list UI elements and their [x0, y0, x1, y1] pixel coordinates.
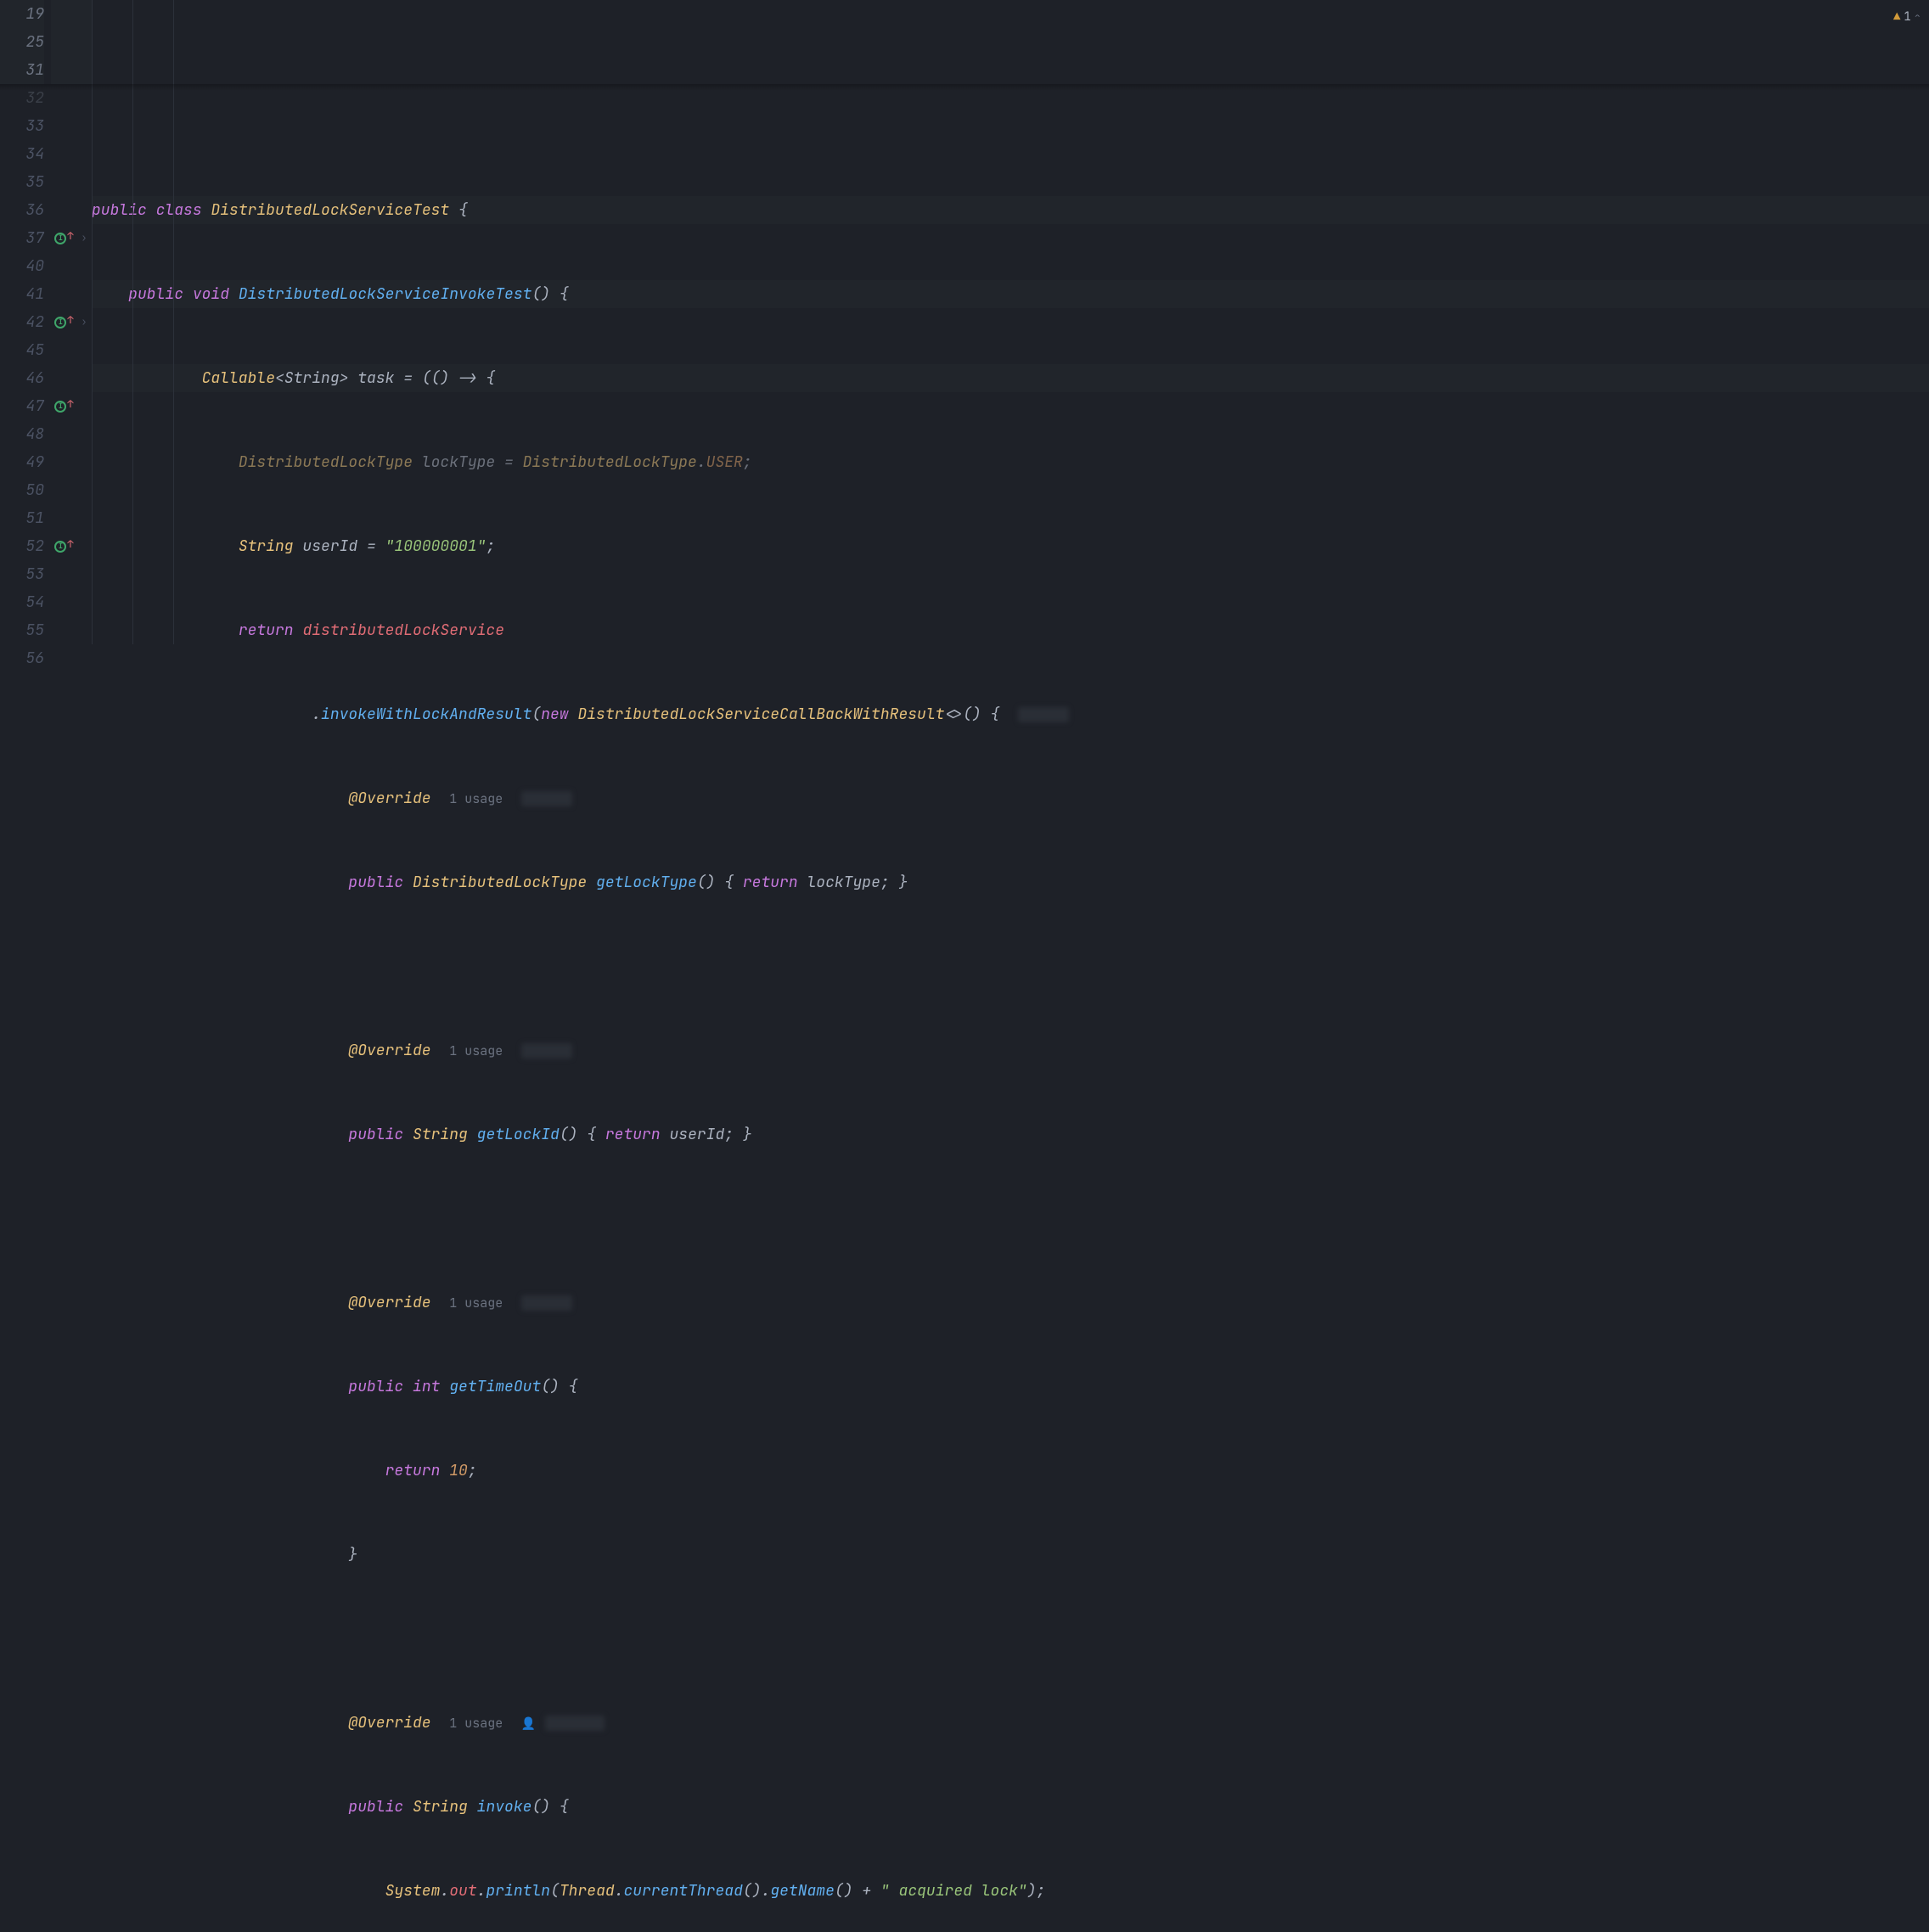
line-number: 51 — [0, 504, 44, 532]
line-number: 36 — [0, 196, 44, 224]
implements-icon[interactable] — [54, 233, 66, 244]
usage-hint[interactable]: 1 usage — [449, 1715, 503, 1732]
author-blur — [521, 1043, 572, 1059]
line-number: 35 — [0, 168, 44, 196]
author-blur — [521, 791, 572, 806]
line-number: 40 — [0, 252, 44, 280]
up-arrow-icon: ↑ — [67, 306, 73, 334]
author-blur — [545, 1716, 605, 1731]
line-number: 45 — [0, 336, 44, 364]
code-line: public void DistributedLockServiceInvoke… — [92, 280, 1929, 308]
line-number: 25 — [0, 28, 44, 56]
warning-icon: ▲ — [1893, 3, 1900, 31]
line-number: 46 — [0, 364, 44, 392]
line-number: 19 — [0, 0, 44, 28]
code-editor[interactable]: ▲ 1 ⌃ 19 25 31 32 33 34 35 36 37 40 41 4… — [0, 0, 1929, 644]
line-number: 34 — [0, 140, 44, 168]
code-line: public String invoke() { — [92, 1793, 1929, 1821]
code-line: } — [92, 1541, 1929, 1569]
up-arrow-icon: ↑ — [67, 222, 73, 250]
code-line: public int getTimeOut() { — [92, 1373, 1929, 1401]
code-line: Callable<String> task = (() -> { — [92, 364, 1929, 392]
gutter-icons: ↑ ↑ ↑ ↑ — [51, 0, 76, 644]
inspection-badge[interactable]: ▲ 1 ⌃ — [1893, 3, 1921, 31]
line-number: 41 — [0, 280, 44, 308]
line-number: 47 — [0, 392, 44, 420]
line-number: 32 — [0, 84, 44, 112]
line-number: 54 — [0, 588, 44, 616]
code-line: public String getLockId() { return userI… — [92, 1120, 1929, 1149]
line-number: 50 — [0, 476, 44, 504]
gutter-line-numbers[interactable]: 19 25 31 32 33 34 35 36 37 40 41 42 45 4… — [0, 0, 51, 644]
fold-column: › › — [76, 0, 92, 644]
line-number: 31 — [0, 56, 44, 84]
code-line: DistributedLockType lockType = Distribut… — [92, 448, 1929, 476]
line-number: 33 — [0, 112, 44, 140]
up-arrow-icon: ↑ — [67, 531, 73, 559]
code-line: public class DistributedLockServiceTest … — [92, 196, 1929, 224]
code-line: public DistributedLockType getLockType()… — [92, 868, 1929, 896]
usage-hint[interactable]: 1 usage — [449, 1042, 503, 1059]
author-blur — [1018, 707, 1069, 722]
code-line: String userId = "100000001"; — [92, 532, 1929, 560]
usage-hint[interactable]: 1 usage — [449, 790, 503, 807]
fold-chevron-icon[interactable]: › — [81, 224, 87, 252]
line-number: 49 — [0, 448, 44, 476]
implements-icon[interactable] — [54, 317, 66, 329]
code-area[interactable]: public class DistributedLockServiceTest … — [92, 0, 1929, 644]
code-line — [92, 1625, 1929, 1653]
line-number: 37 — [0, 224, 44, 252]
line-number: 52 — [0, 532, 44, 560]
code-line: return distributedLockService — [92, 616, 1929, 644]
code-line: @Override 1 usage 👤 — [92, 1709, 1929, 1737]
up-arrow-icon: ↑ — [67, 390, 73, 418]
author-blur — [521, 1295, 572, 1311]
line-number: 55 — [0, 616, 44, 644]
line-number: 56 — [0, 644, 44, 672]
implements-icon[interactable] — [54, 541, 66, 553]
code-line: @Override 1 usage — [92, 1036, 1929, 1064]
code-line — [92, 952, 1929, 980]
implements-icon[interactable] — [54, 401, 66, 413]
person-icon: 👤 — [521, 1716, 536, 1732]
fold-chevron-icon[interactable]: › — [81, 308, 87, 336]
code-line: .invokeWithLockAndResult(new Distributed… — [92, 700, 1929, 728]
code-line — [92, 1205, 1929, 1233]
usage-hint[interactable]: 1 usage — [449, 1295, 503, 1311]
chevron-up-icon: ⌃ — [1915, 3, 1921, 31]
code-line: @Override 1 usage — [92, 784, 1929, 812]
warning-count: 1 — [1904, 3, 1910, 31]
code-line: return 10; — [92, 1457, 1929, 1485]
line-number: 42 — [0, 308, 44, 336]
line-number: 48 — [0, 420, 44, 448]
code-line: System.out.println(Thread.currentThread(… — [92, 1877, 1929, 1905]
line-number: 53 — [0, 560, 44, 588]
code-line: @Override 1 usage — [92, 1289, 1929, 1317]
